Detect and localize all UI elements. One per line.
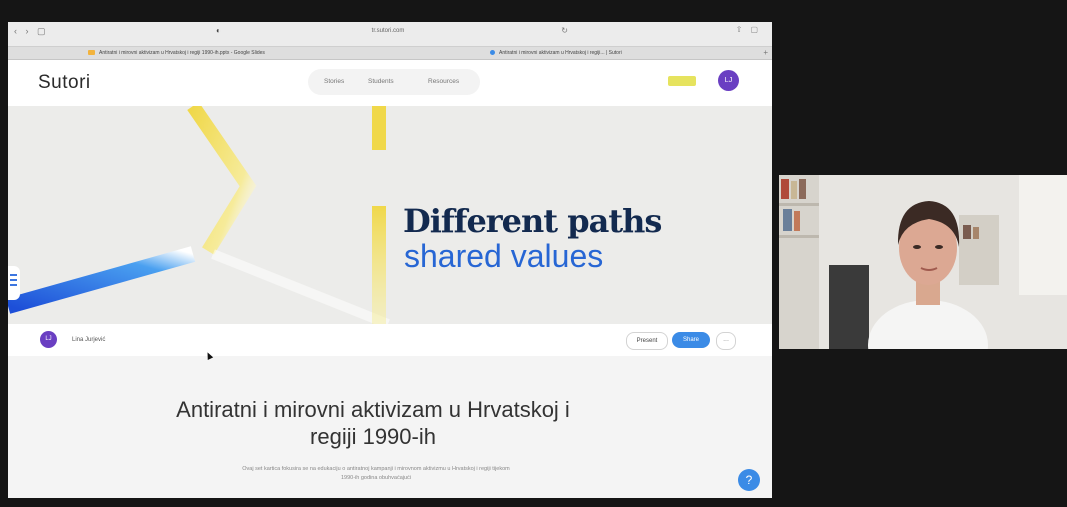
- address-text: tr.sutori.com: [371, 28, 405, 34]
- eye: [935, 245, 943, 249]
- author-avatar[interactable]: LJ: [40, 331, 57, 348]
- hero-title: Different paths: [403, 202, 662, 240]
- eye: [913, 245, 921, 249]
- story-description: Ovaj set kartica fokusira se na edukacij…: [242, 466, 510, 481]
- lock-icon: ◐: [216, 26, 221, 35]
- reload-icon[interactable]: ↻: [561, 25, 568, 37]
- nav-stories[interactable]: Stories: [324, 69, 344, 95]
- sutori-favicon-icon: [490, 50, 495, 56]
- share-tabs-icons[interactable]: ⇧▢: [736, 25, 766, 34]
- window: [1019, 175, 1067, 295]
- tab-label: Antiratni i mirovni aktivizam u Hrvatsko…: [499, 50, 622, 56]
- author-name[interactable]: Lina Jurjević: [72, 324, 105, 356]
- more-options-button[interactable]: ...: [716, 332, 736, 350]
- blue-stroke: [8, 246, 196, 314]
- story-content: Antiratni i mirovni aktivizam u Hrvatsko…: [8, 356, 772, 498]
- bookshelf: [779, 175, 819, 349]
- present-button[interactable]: Present: [626, 332, 668, 350]
- yellow-bar-top: [372, 106, 386, 150]
- nav-resources[interactable]: Resources: [428, 69, 459, 95]
- user-avatar[interactable]: LJ: [718, 70, 739, 91]
- book: [794, 211, 800, 231]
- upgrade-button[interactable]: [668, 76, 696, 86]
- site-header: Sutori Stories Students Resources LJ: [8, 60, 772, 107]
- nav-students[interactable]: Students: [368, 69, 394, 95]
- webcam-scene: [779, 175, 1067, 349]
- help-button[interactable]: ?: [738, 469, 760, 491]
- tab-strip: Antiratni i mirovni aktivizam u Hrvatsko…: [8, 47, 772, 60]
- story-title: Antiratni i mirovni aktivizam u Hrvatsko…: [176, 397, 570, 449]
- white-stroke: [211, 249, 390, 324]
- book: [799, 179, 806, 199]
- book: [973, 227, 979, 239]
- slides-favicon-icon: [88, 50, 95, 56]
- hero-banner: Different paths shared values: [8, 106, 772, 324]
- author-bar: LJ Lina Jurjević Present Share ...: [8, 324, 772, 357]
- tab-label: Antiratni i mirovni aktivizam u Hrvatsko…: [99, 50, 265, 56]
- sutori-logo[interactable]: Sutori: [38, 72, 91, 94]
- book: [781, 179, 789, 199]
- book: [963, 225, 971, 239]
- shirt: [868, 300, 988, 349]
- share-button[interactable]: Share: [672, 332, 710, 348]
- menu-toggle-icon[interactable]: [8, 266, 20, 300]
- shelf: [779, 235, 819, 238]
- browser-toolbar: ‹ › ▢ ◐ tr.sutori.com ↻ ⇧▢: [8, 22, 772, 47]
- browser-nav-buttons[interactable]: ‹ › ▢: [14, 26, 49, 37]
- book: [791, 181, 797, 199]
- book: [783, 209, 792, 231]
- address-bar[interactable]: ◐ tr.sutori.com ↻: [208, 25, 568, 37]
- webcam-video: [779, 175, 1067, 349]
- new-tab-icon[interactable]: +: [763, 47, 768, 59]
- hero-subtitle: shared values: [404, 238, 604, 274]
- yellow-stroke: [187, 106, 257, 255]
- browser-window: ‹ › ▢ ◐ tr.sutori.com ↻ ⇧▢ Antiratni i m…: [8, 22, 772, 498]
- shelf: [779, 203, 819, 206]
- yellow-bar-bottom: [372, 206, 386, 324]
- tab-google-slides[interactable]: Antiratni i mirovni aktivizam u Hrvatsko…: [88, 47, 468, 59]
- main-nav: Stories Students Resources: [308, 69, 480, 95]
- tab-sutori[interactable]: Antiratni i mirovni aktivizam u Hrvatsko…: [490, 47, 750, 59]
- monitor: [829, 265, 869, 349]
